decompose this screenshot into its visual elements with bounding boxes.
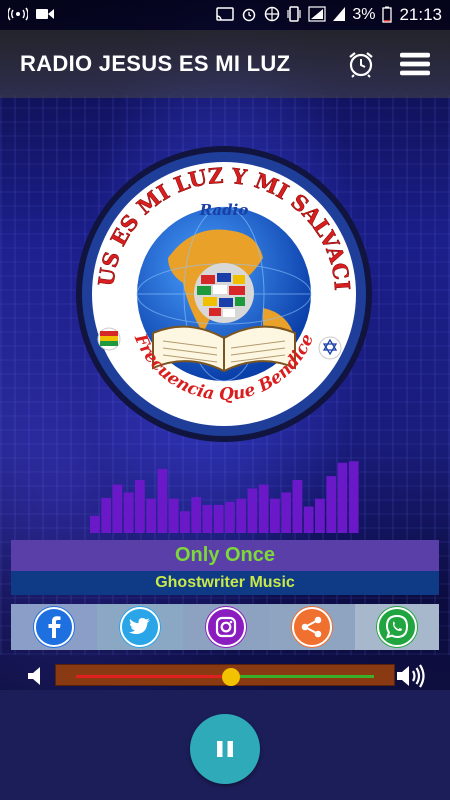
instagram-segment bbox=[183, 604, 269, 650]
artist-name: Ghostwriter Music bbox=[155, 574, 295, 591]
hamburger-menu-icon[interactable] bbox=[400, 49, 430, 79]
volume-slider[interactable] bbox=[55, 664, 395, 686]
app-bar: RADIO JESUS ES MI LUZ bbox=[0, 30, 450, 98]
whatsapp-button[interactable] bbox=[376, 606, 418, 648]
volume-slider-played bbox=[76, 675, 231, 678]
equalizer-bar bbox=[146, 498, 157, 533]
cast-icon bbox=[216, 7, 235, 23]
volume-slider-remaining bbox=[230, 675, 374, 678]
equalizer-bar bbox=[112, 484, 123, 533]
twitter-icon bbox=[120, 607, 160, 647]
logo-inner-label: Radio bbox=[199, 201, 249, 219]
volume-mute-icon[interactable] bbox=[26, 665, 44, 692]
facebook-icon bbox=[34, 607, 74, 647]
song-title: Only Once bbox=[174, 544, 276, 566]
equalizer-bar bbox=[168, 498, 179, 533]
equalizer-bar bbox=[123, 492, 134, 533]
equalizer-bar bbox=[191, 497, 202, 533]
facebook-segment bbox=[11, 604, 97, 650]
player-bar bbox=[0, 690, 450, 800]
equalizer-bar bbox=[101, 497, 112, 533]
equalizer-bar bbox=[303, 506, 314, 533]
facebook-button[interactable] bbox=[33, 606, 75, 648]
volume-control bbox=[0, 660, 450, 692]
alarm-icon bbox=[241, 6, 257, 24]
equalizer-bar bbox=[213, 504, 224, 533]
equalizer-bar bbox=[348, 461, 359, 533]
vpn-icon bbox=[264, 6, 280, 24]
play-pause-button[interactable] bbox=[190, 714, 260, 784]
share-icon bbox=[292, 607, 332, 647]
instagram-icon bbox=[206, 607, 246, 647]
battery-percent: 3% bbox=[352, 6, 376, 23]
hotspot-icon bbox=[7, 7, 29, 23]
equalizer-bar bbox=[236, 498, 247, 533]
battery-icon bbox=[382, 6, 393, 25]
equalizer-bar bbox=[90, 515, 100, 533]
status-clock: 21:13 bbox=[399, 5, 442, 24]
equalizer-bar bbox=[292, 480, 303, 533]
equalizer-bar bbox=[337, 462, 348, 533]
volume-slider-thumb[interactable] bbox=[221, 668, 240, 686]
app-title: RADIO JESUS ES MI LUZ bbox=[20, 51, 291, 76]
twitter-segment bbox=[97, 604, 183, 650]
equalizer-bar bbox=[315, 498, 325, 533]
share-segment bbox=[269, 604, 355, 650]
equalizer-bar bbox=[157, 469, 168, 533]
station-logo: JESUS ES MI LUZ Y MI SALVACION Radio Fre… bbox=[63, 123, 375, 445]
equalizer-bar bbox=[281, 492, 292, 533]
equalizer-bar bbox=[225, 501, 235, 533]
equalizer-bar bbox=[202, 504, 213, 533]
song-title-bar: Only Once bbox=[11, 540, 439, 571]
equalizer-bar bbox=[247, 488, 258, 533]
twitter-button[interactable] bbox=[119, 606, 161, 648]
whatsapp-icon bbox=[377, 607, 417, 647]
social-share-row bbox=[11, 604, 439, 650]
equalizer-bar bbox=[258, 484, 269, 533]
share-button[interactable] bbox=[291, 606, 333, 648]
equalizer-bar bbox=[135, 480, 145, 533]
signal-icon bbox=[308, 6, 326, 24]
audio-equalizer bbox=[90, 461, 359, 533]
status-bar: 3% 21:13 bbox=[0, 0, 450, 30]
vibrate-icon bbox=[287, 6, 301, 24]
alarm-clock-icon[interactable] bbox=[346, 49, 376, 79]
equalizer-bar bbox=[180, 511, 190, 533]
pause-icon bbox=[217, 741, 233, 757]
instagram-button[interactable] bbox=[205, 606, 247, 648]
artist-bar: Ghostwriter Music bbox=[11, 571, 439, 595]
equalizer-bar bbox=[326, 476, 337, 533]
signal-strength-icon bbox=[333, 7, 346, 23]
video-icon bbox=[36, 8, 54, 22]
whatsapp-segment bbox=[355, 604, 439, 650]
equalizer-bar bbox=[270, 498, 280, 533]
